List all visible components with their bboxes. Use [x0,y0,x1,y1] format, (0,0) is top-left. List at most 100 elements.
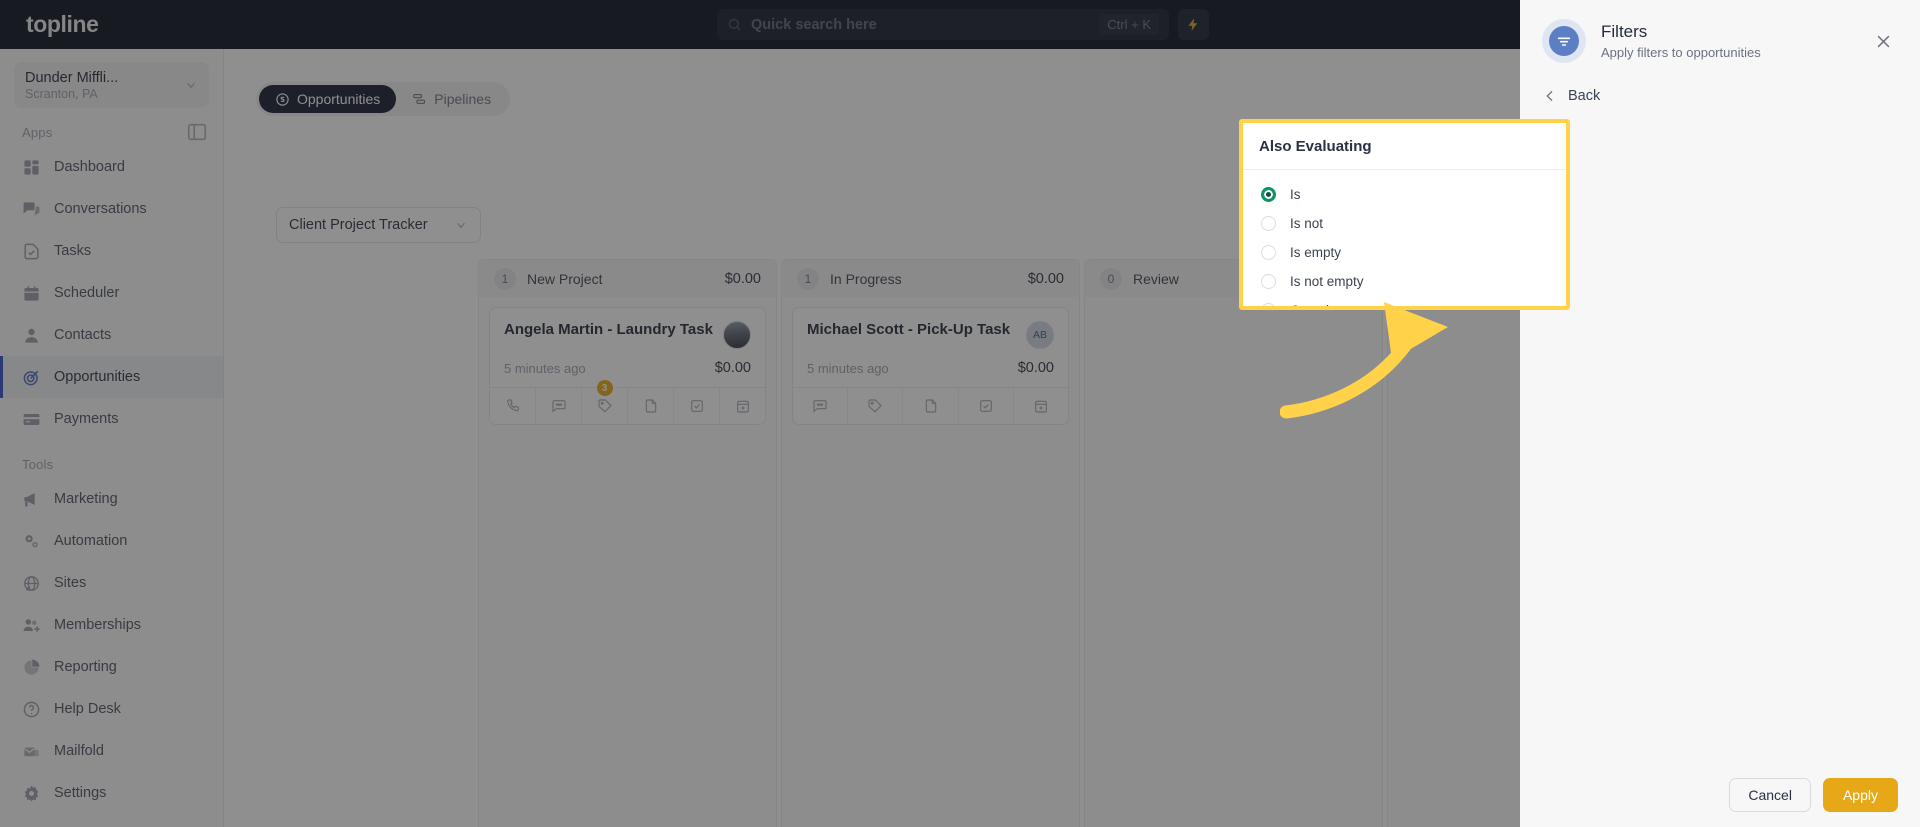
column-body[interactable]: Angela Martin - Laundry Task 5 minutes a… [478,297,777,827]
opportunity-card[interactable]: Michael Scott - Pick-Up Task AB 5 minute… [792,307,1069,425]
task-check-icon [979,400,992,412]
card-action-schedule[interactable] [1014,388,1068,424]
location-switcher[interactable]: Dunder Miffli... Scranton, PA [14,62,209,108]
nav-group-apps: Apps Dashboard Conversations Tasks Sched… [0,108,223,440]
radio-button[interactable] [1261,303,1276,306]
card-action-tags[interactable]: 3 [582,380,628,424]
close-button[interactable] [1868,26,1898,56]
column-title: In Progress [830,270,902,287]
sidebar-item-automation[interactable]: Automation [0,520,223,562]
chevron-down-icon [456,222,465,229]
card-action-message[interactable] [536,388,582,424]
pipeline-selector[interactable]: Client Project Tracker [276,207,481,243]
drawer-footer: Cancel Apply [1520,763,1920,827]
apply-button[interactable]: Apply [1822,778,1898,812]
nav-group-label-tools: Tools [22,457,54,472]
calendar-icon [24,285,39,301]
sidebar-item-settings[interactable]: Settings [0,772,223,814]
tab-label: Pipelines [434,91,492,107]
chat-bubble-icon [813,400,827,413]
pipeline-icon [413,93,426,104]
card-action-call[interactable] [490,388,536,424]
app-root: topline Quick search here Ctrl + K Dunde… [0,0,1920,827]
sidebar-item-contacts[interactable]: Contacts [0,314,223,356]
radio-button[interactable] [1261,274,1276,289]
card-action-schedule[interactable] [720,388,765,424]
card-top: Angela Martin - Laundry Task 5 minutes a… [490,308,765,387]
app-logo[interactable]: topline [0,11,224,38]
drawer-title: Filters [1601,22,1648,41]
chat-bubble-icon [23,201,40,216]
dollar-circle-icon [276,92,289,106]
sidebar-item-label: Settings [54,785,107,801]
sidebar-item-opportunities[interactable]: Opportunities [0,356,223,398]
credit-card-icon [23,413,40,425]
tab-pipelines[interactable]: Pipelines [396,85,507,113]
sidebar-item-tasks[interactable]: Tasks [0,230,223,272]
pie-chart-icon [24,659,40,675]
kanban-column: 1 New Project $0.00 Angela Martin - Laun… [478,259,777,827]
card-action-tasks[interactable] [959,388,1014,424]
sidebar-item-conversations[interactable]: Conversations [0,188,223,230]
radio-button[interactable] [1261,216,1276,231]
card-title: Michael Scott - Pick-Up Task [807,321,1011,338]
sidebar-item-label: Tasks [54,243,92,259]
sidebar-item-reporting[interactable]: Reporting [0,646,223,688]
filter-option-label: Is [1290,187,1301,202]
card-meta-row: 5 minutes ago $0.00 [807,360,1054,376]
globe-icon [24,575,39,591]
filter-option-is-empty[interactable]: Is empty [1243,238,1566,267]
location-name: Dunder Miffli... [25,69,119,86]
task-check-icon [690,400,703,412]
filter-option-label: Is empty [1290,245,1342,260]
phone-call-icon [506,399,519,412]
gear-icon [24,785,39,801]
sidebar-item-payments[interactable]: Payments [0,398,223,440]
column-body[interactable]: Michael Scott - Pick-Up Task AB 5 minute… [781,297,1080,827]
search-shortcut-badge: Ctrl + K [1099,14,1159,35]
back-button[interactable]: Back [1520,82,1920,118]
sidebar-item-mailfold[interactable]: Mailfold [0,730,223,772]
filter-lines-icon [1557,37,1571,46]
calendar-add-icon [1035,400,1047,413]
card-timestamp: 5 minutes ago [807,360,889,376]
card-action-message[interactable] [793,388,849,424]
column-header: 1 In Progress $0.00 [781,259,1080,297]
sidebar-item-label: Memberships [54,617,142,633]
sidebar-item-sites[interactable]: Sites [0,562,223,604]
opportunity-card[interactable]: Angela Martin - Laundry Task 5 minutes a… [489,307,766,425]
global-search-box[interactable]: Quick search here Ctrl + K [717,9,1169,40]
sidebar-item-scheduler[interactable]: Scheduler [0,272,223,314]
person-icon [25,328,38,343]
sidebar-item-marketing[interactable]: Marketing [0,478,223,520]
sidebar-item-label: Automation [54,533,128,549]
card-action-tags[interactable] [848,388,904,424]
megaphone-icon [24,492,35,507]
tab-opportunities[interactable]: Opportunities [259,85,397,113]
quick-actions-button[interactable] [1178,9,1209,40]
card-action-tasks[interactable] [674,388,720,424]
sidebar-item-dashboard[interactable]: Dashboard [0,146,223,188]
card-action-documents[interactable] [903,388,959,424]
panel-collapse-icon[interactable] [186,121,208,143]
lightning-bolt-icon [1188,18,1198,31]
filter-option-is[interactable]: Is [1243,180,1566,209]
card-action-badge: 3 [596,380,613,396]
cancel-button[interactable]: Cancel [1729,778,1811,812]
card-action-documents[interactable] [628,388,674,424]
card-header-row: Michael Scott - Pick-Up Task AB [807,321,1054,349]
column-header: 1 New Project $0.00 [478,259,777,297]
help-circle-icon [23,701,40,717]
card-actions: 3 [490,380,765,424]
sidebar-item-memberships[interactable]: Memberships [0,604,223,646]
card-title: Angela Martin - Laundry Task [504,321,713,338]
radio-button[interactable] [1261,187,1276,202]
location-text: Dunder Miffli... Scranton, PA [25,70,184,101]
radio-button[interactable] [1261,245,1276,260]
filter-option-is-not[interactable]: Is not [1243,209,1566,238]
sidebar-item-help-desk[interactable]: Help Desk [0,688,223,730]
location-sub: Scranton, PA [25,86,98,101]
task-check-icon [24,243,39,259]
column-amount: $0.00 [724,270,761,287]
search-icon [728,18,741,31]
